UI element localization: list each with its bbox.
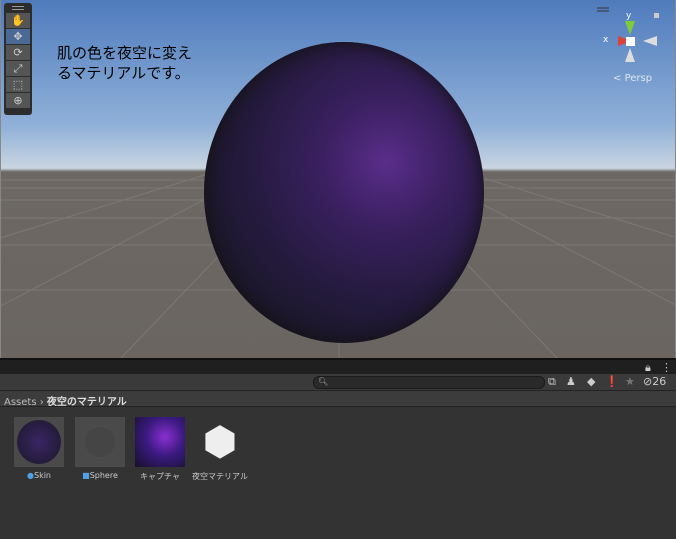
lock-icon[interactable]: 🔒︎ [645, 361, 651, 375]
asset-label: キャプチャ [140, 472, 180, 481]
material-icon: ● [27, 471, 34, 480]
capture-thumbnail [135, 417, 185, 467]
more-menu-icon[interactable]: ⋮ [661, 361, 672, 374]
skin-thumbnail [14, 417, 64, 467]
caption-line-1: 肌の色を夜空に変え [57, 44, 193, 62]
search-by-type-icon[interactable]: ⧉ [548, 375, 556, 389]
project-panel-header: 🔒︎ ⋮ [0, 358, 676, 374]
asset-capture[interactable]: キャプチャ [132, 417, 188, 482]
projection-label: Persp [624, 73, 653, 84]
asset-skin[interactable]: ●Skin [11, 417, 67, 480]
search-input[interactable]: 🔍︎ [313, 376, 545, 389]
asset-sphere[interactable]: ■Sphere [72, 417, 128, 480]
label-filter-icon[interactable]: ◆ [587, 375, 595, 388]
night-sky-sphere[interactable] [204, 42, 484, 343]
rotate-tool-icon[interactable]: ⟳ [6, 45, 30, 60]
projection-toggle[interactable]: < Persp [613, 73, 652, 84]
favorite-star-icon[interactable]: ★ [625, 375, 635, 388]
transform-tool-icon[interactable]: ⊕ [6, 93, 30, 108]
log-filter-icon[interactable]: ❗ [605, 375, 619, 388]
x-axis-label: x [603, 35, 609, 45]
hidden-packages-icon[interactable]: ⊘26 [643, 375, 666, 388]
caption-line-2: るマテリアルです。 [57, 64, 190, 82]
unity-scene-icon: ⬢ [202, 419, 238, 465]
drag-handle[interactable] [12, 6, 24, 10]
filter-type-icon[interactable]: ♟ [566, 375, 576, 388]
y-axis-label: y [626, 11, 632, 21]
caption-text: 肌の色を夜空に変え るマテリアルです。 [57, 43, 192, 83]
sphere-thumbnail [75, 417, 125, 467]
scale-tool-icon[interactable]: ⤢ [6, 61, 30, 76]
asset-label: Skin [33, 471, 51, 480]
hidden-count: 26 [652, 375, 667, 388]
rect-tool-icon[interactable]: ⬚ [6, 77, 30, 92]
asset-label: 夜空マテリアル [192, 472, 248, 481]
project-toolbar: 🔍︎ ⧉ ♟ ◆ ❗ ★ ⊘26 [0, 374, 676, 391]
hand-tool-icon[interactable]: ✋ [6, 13, 30, 28]
asset-label: Sphere [89, 471, 118, 480]
scene-view[interactable]: ✋ ✥ ⟳ ⤢ ⬚ ⊕ 肌の色を夜空に変え るマテリアルです。 y x < Pe… [0, 0, 676, 358]
asset-grid: ●Skin ■Sphere キャプチャ ⬢ 夜空マテリアル [0, 407, 676, 539]
move-tool-icon[interactable]: ✥ [6, 29, 30, 44]
asset-night-sky-scene[interactable]: ⬢ 夜空マテリアル [192, 417, 248, 482]
breadcrumb: Assets › 夜空のマテリアル [0, 391, 676, 408]
mesh-icon: ■ [82, 471, 90, 480]
tool-palette: ✋ ✥ ⟳ ⤢ ⬚ ⊕ [4, 3, 32, 115]
